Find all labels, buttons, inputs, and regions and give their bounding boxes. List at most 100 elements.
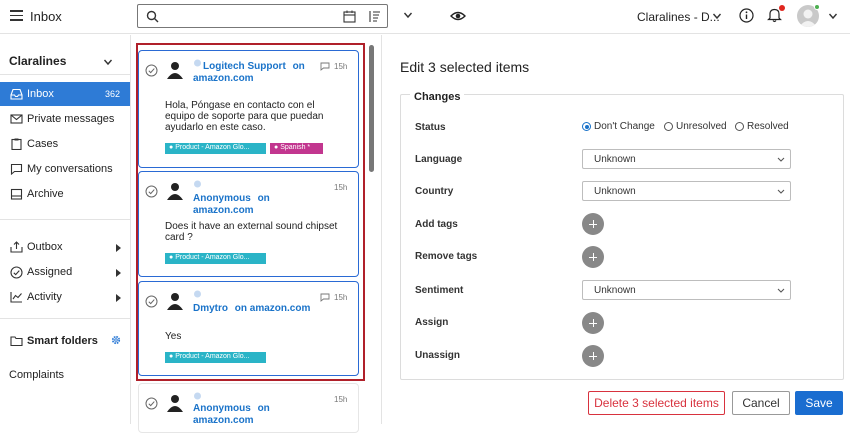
message-time: 15h (334, 293, 348, 302)
comment-icon (320, 293, 330, 302)
message-source[interactable]: on amazon.com (235, 303, 311, 314)
archive-icon (10, 188, 23, 200)
sidebar: Claralines Inbox 362 Private messages Ca… (0, 35, 131, 424)
sidebar-item-label: Cases (27, 138, 59, 150)
top-bar: Inbox Claralines - D... (0, 0, 850, 34)
radio-selected-icon[interactable] (582, 122, 591, 131)
sidebar-item-label: Inbox (27, 88, 54, 100)
calendar-icon[interactable] (343, 10, 356, 23)
gear-icon[interactable] (110, 334, 122, 346)
remove-tags-button[interactable] (582, 246, 604, 268)
radio-icon[interactable] (664, 122, 673, 131)
app-title: Inbox (30, 9, 62, 24)
add-tags-button[interactable] (582, 213, 604, 235)
message-card[interactable]: Dmytro on amazon.com 15h Yes ● Product -… (138, 281, 359, 376)
channel-icon (194, 290, 201, 298)
divider (0, 219, 130, 220)
save-button[interactable]: Save (795, 391, 843, 415)
comment-icon (320, 62, 330, 71)
message-author[interactable]: Logitech Support (193, 61, 286, 72)
sidebar-item-label: Private messages (27, 113, 115, 125)
sidebar-item-label: Outbox (27, 241, 63, 253)
message-time: 15h (334, 62, 348, 71)
caret-right-icon[interactable] (116, 269, 121, 277)
remove-tags-label: Remove tags (415, 251, 478, 262)
user-silhouette-icon (167, 183, 183, 200)
sidebar-item-private-messages[interactable]: Private messages (0, 107, 130, 131)
scrollbar-thumb[interactable] (369, 45, 374, 172)
assign-label: Assign (415, 317, 449, 328)
envelope-icon (10, 114, 23, 124)
sidebar-item-label: Activity (27, 291, 62, 303)
message-text: Hola, Póngase en contacto con el equipo … (165, 100, 324, 133)
caret-right-icon[interactable] (116, 294, 121, 302)
chat-bubble-icon (10, 163, 23, 175)
message-card[interactable]: Anonymous on amazon.com 15h (138, 383, 359, 433)
radio-icon[interactable] (735, 122, 744, 131)
sidebar-item-archive[interactable]: Archive (0, 182, 130, 206)
message-card[interactable]: Logitech Support on amazon.com 15h Hola,… (138, 50, 359, 168)
tag-chip[interactable]: ● Product - Amazon Glo... (165, 253, 266, 264)
message-author[interactable]: Anonymous (193, 193, 251, 204)
message-text: Does it have an external sound chipset c… (165, 221, 338, 243)
cancel-button[interactable]: Cancel (732, 391, 790, 415)
sidebar-item-smart-folders[interactable]: Smart folders (0, 333, 130, 351)
country-select[interactable]: Unknown (582, 181, 791, 201)
country-label: Country (415, 186, 454, 197)
search-icon (146, 10, 159, 23)
sidebar-item-cases[interactable]: Cases (0, 132, 130, 156)
info-icon[interactable] (739, 8, 754, 23)
unassign-label: Unassign (415, 350, 461, 361)
search-input[interactable] (137, 4, 388, 28)
language-select[interactable]: Unknown (582, 149, 791, 169)
sidebar-item-my-conversations[interactable]: My conversations (0, 157, 130, 181)
tag-chip[interactable]: ● Spanish * (270, 143, 323, 154)
sidebar-item-inbox[interactable]: Inbox 362 (0, 82, 130, 106)
sentiment-select[interactable]: Unknown (582, 280, 791, 300)
page-title: Edit 3 selected items (400, 59, 530, 75)
chevron-down-icon[interactable] (828, 11, 838, 21)
sort-filter-icon[interactable] (368, 10, 381, 23)
check-circle-icon[interactable] (145, 64, 158, 77)
sidebar-account-name[interactable]: Claralines (9, 54, 66, 68)
sidebar-item-label: Smart folders (27, 335, 98, 347)
sidebar-item-label: Assigned (27, 266, 73, 278)
menu-icon[interactable] (10, 10, 23, 21)
online-status-dot (814, 4, 820, 10)
user-silhouette-icon (167, 62, 183, 79)
message-author[interactable]: Dmytro (193, 303, 228, 314)
assign-button[interactable] (582, 312, 604, 334)
chevron-down-icon[interactable] (103, 57, 113, 67)
caret-right-icon[interactable] (116, 244, 121, 252)
chevron-down-icon (777, 157, 785, 162)
check-circle-icon[interactable] (145, 397, 158, 410)
message-card[interactable]: Anonymous on amazon.com 15h Does it have… (138, 171, 359, 277)
user-silhouette-icon (167, 395, 183, 412)
changes-legend: Changes (410, 91, 465, 103)
account-switcher[interactable]: Claralines - D... (637, 10, 720, 24)
channel-icon (194, 180, 201, 188)
eye-icon[interactable] (450, 9, 466, 23)
message-author[interactable]: Anonymous (193, 403, 251, 414)
folder-icon (10, 336, 23, 347)
status-label: Status (415, 122, 446, 133)
check-circle-icon[interactable] (145, 185, 158, 198)
divider (0, 318, 130, 319)
check-circle-icon[interactable] (145, 295, 158, 308)
tag-chip[interactable]: ● Product - Amazon Glo... (165, 352, 266, 363)
sidebar-item-activity[interactable]: Activity (0, 285, 130, 309)
unassign-button[interactable] (582, 345, 604, 367)
sidebar-item-assigned[interactable]: Assigned (0, 260, 130, 284)
sentiment-label: Sentiment (415, 285, 464, 296)
chevron-down-icon (777, 288, 785, 293)
chevron-down-icon[interactable] (403, 10, 413, 20)
message-time: 15h (334, 183, 348, 192)
outbox-icon (10, 241, 23, 253)
sidebar-item-outbox[interactable]: Outbox (0, 235, 130, 259)
tag-chip[interactable]: ● Product - Amazon Glo... (165, 143, 266, 154)
delete-selected-button[interactable]: Delete 3 selected items (588, 391, 725, 415)
inbox-icon (10, 88, 23, 100)
chevron-down-icon[interactable] (712, 11, 722, 21)
chevron-down-icon (777, 189, 785, 194)
sidebar-item-complaints[interactable]: Complaints (9, 369, 64, 381)
